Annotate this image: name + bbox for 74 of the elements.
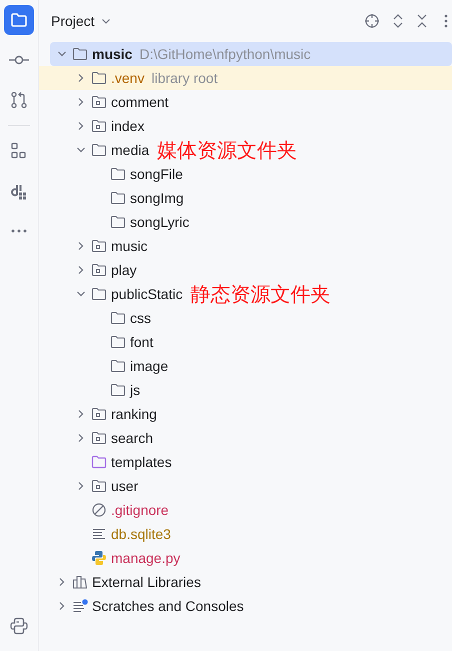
tree-item[interactable]: search [50,426,452,450]
chevron-icon[interactable] [76,145,86,155]
package-folder-icon [91,431,107,445]
folder-icon [110,311,126,325]
chevron-icon[interactable] [76,97,86,107]
package-folder-icon [91,263,107,277]
tree-item[interactable]: Scratches and Consoles [50,594,452,618]
tree-item[interactable]: External Libraries [50,570,452,594]
tree-item[interactable]: font [50,330,452,354]
folder-icon [110,383,126,397]
tree-item[interactable]: music D:\GitHome\nfpython\music [50,42,452,66]
tree-item[interactable]: css [50,306,452,330]
text-file-icon [91,528,107,540]
tree-item[interactable]: songImg [50,186,452,210]
tree-item[interactable]: media 媒体资源文件夹 [50,138,452,162]
chevron-icon[interactable] [56,601,66,611]
tree-item[interactable]: index [50,114,452,138]
crosshair-icon[interactable] [364,13,380,29]
folder-icon [110,335,126,349]
tree-item[interactable]: image [50,354,452,378]
commit-icon [9,55,29,65]
tree-item[interactable]: ranking [50,402,452,426]
tree-item[interactable]: manage.py [50,546,452,570]
tree-item[interactable]: user [50,474,452,498]
expand-icon[interactable] [392,13,404,29]
package-folder-icon [91,119,107,133]
package-folder-icon [91,239,107,253]
tree-item[interactable]: js [50,378,452,402]
collapse-icon[interactable] [416,13,428,29]
folder-icon [110,191,126,205]
chevron-icon[interactable] [76,265,86,275]
chevron-icon[interactable] [76,481,86,491]
chevron-icon[interactable] [76,73,86,83]
chevron-icon[interactable] [56,577,66,587]
chevron-icon[interactable] [76,409,86,419]
folder-icon [91,455,107,469]
chevron-icon[interactable] [76,433,86,443]
package-folder-icon [91,479,107,493]
ignored-file-icon [91,502,107,518]
tool-window-button[interactable] [4,5,34,35]
tree-item[interactable]: music [50,234,452,258]
more-icon[interactable] [444,13,448,29]
pull-request-icon [10,91,28,109]
dependency-icon [10,182,28,200]
chevron-icon[interactable] [76,289,86,299]
panel-title[interactable]: Project [51,13,95,29]
folder-icon [110,359,126,373]
folder-icon [72,47,88,61]
tree-item[interactable]: play [50,258,452,282]
package-folder-icon [91,407,107,421]
chevron-icon[interactable] [76,241,86,251]
structure-icon [10,142,28,160]
tree-item[interactable]: templates [50,450,452,474]
tree-item[interactable]: publicStatic 静态资源文件夹 [50,282,452,306]
chevron-icon[interactable] [76,121,86,131]
tree-item[interactable]: db.sqlite3 [50,522,452,546]
folder-icon [10,12,28,28]
package-folder-icon [91,95,107,109]
folder-icon [110,215,126,229]
tree-item[interactable]: songLyric [50,210,452,234]
tree-item[interactable]: comment [50,90,452,114]
python-file-icon [91,550,107,566]
scratches-icon [72,599,88,613]
folder-icon [91,143,107,157]
folder-icon [110,167,126,181]
tree-item[interactable]: songFile [50,162,452,186]
folder-icon [91,287,107,301]
more-icon [10,229,28,233]
folder-icon [91,71,107,85]
tree-item[interactable]: .gitignore [50,498,452,522]
chevron-icon[interactable] [56,49,66,59]
library-icon [72,575,88,589]
chevron-icon[interactable] [100,16,111,26]
python-icon [10,617,28,635]
